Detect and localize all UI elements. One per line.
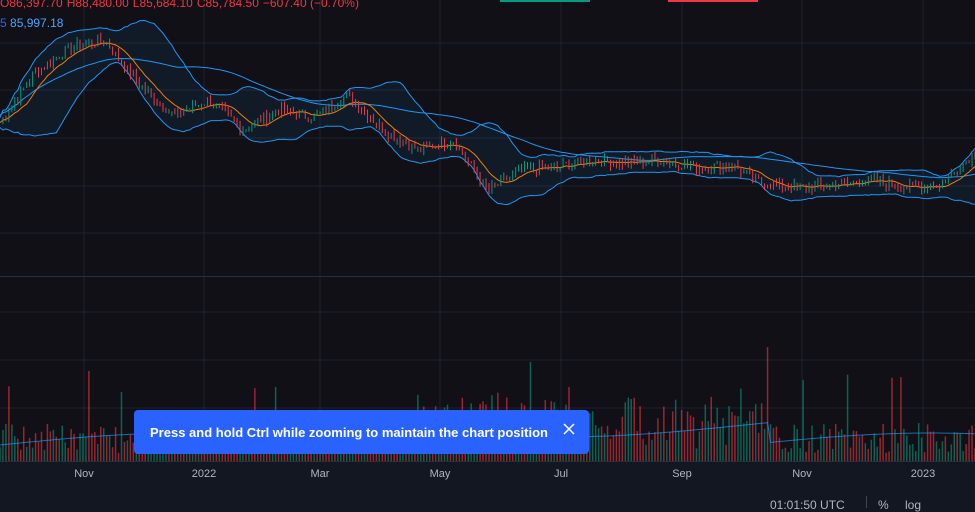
utc-clock[interactable]: 01:01:50 UTC xyxy=(770,498,845,512)
time-tick: Nov xyxy=(74,468,94,480)
toast-message: Press and hold Ctrl while zooming to mai… xyxy=(150,424,548,440)
status-separator xyxy=(866,496,867,508)
time-tick: Nov xyxy=(792,468,812,480)
price-chart[interactable] xyxy=(0,0,975,461)
time-tick: Sep xyxy=(672,468,692,480)
indicator-value: 85,997.18 xyxy=(10,16,64,30)
log-toggle[interactable]: log xyxy=(905,498,921,512)
status-bar: 01:01:50 UTC % log xyxy=(0,492,975,512)
red-bar xyxy=(668,0,758,2)
close-icon[interactable] xyxy=(559,419,579,439)
indicator-prefix: 5 xyxy=(0,16,7,30)
time-tick: 2023 xyxy=(910,468,936,480)
time-tick: May xyxy=(429,468,451,480)
time-tick: 2022 xyxy=(191,468,217,480)
time-tick: Jul xyxy=(553,468,569,480)
chart-area[interactable] xyxy=(0,0,975,461)
green-bar xyxy=(500,0,590,2)
top-indicator-bars xyxy=(488,0,772,4)
zoom-hint-toast: Press and hold Ctrl while zooming to mai… xyxy=(134,410,589,454)
ohlc-high: H88,480.00 xyxy=(66,0,129,10)
bollinger-band-fill xyxy=(0,20,975,205)
time-tick: Mar xyxy=(310,468,330,480)
pane-divider[interactable] xyxy=(0,276,975,277)
ohlc-open: O86,397.70 xyxy=(0,0,63,10)
indicator-legend: 5 85,997.18 xyxy=(0,16,63,30)
ohlc-legend: O86,397.70 H88,480.00 L85,684.10 C85,784.50… xyxy=(0,0,363,10)
ohlc-close: C85,784.50 xyxy=(196,0,259,10)
percent-toggle[interactable]: % xyxy=(878,498,889,512)
ohlc-low: L85,684.10 xyxy=(132,0,193,10)
ohlc-change: −607.40 (−0.70%) xyxy=(262,0,359,10)
